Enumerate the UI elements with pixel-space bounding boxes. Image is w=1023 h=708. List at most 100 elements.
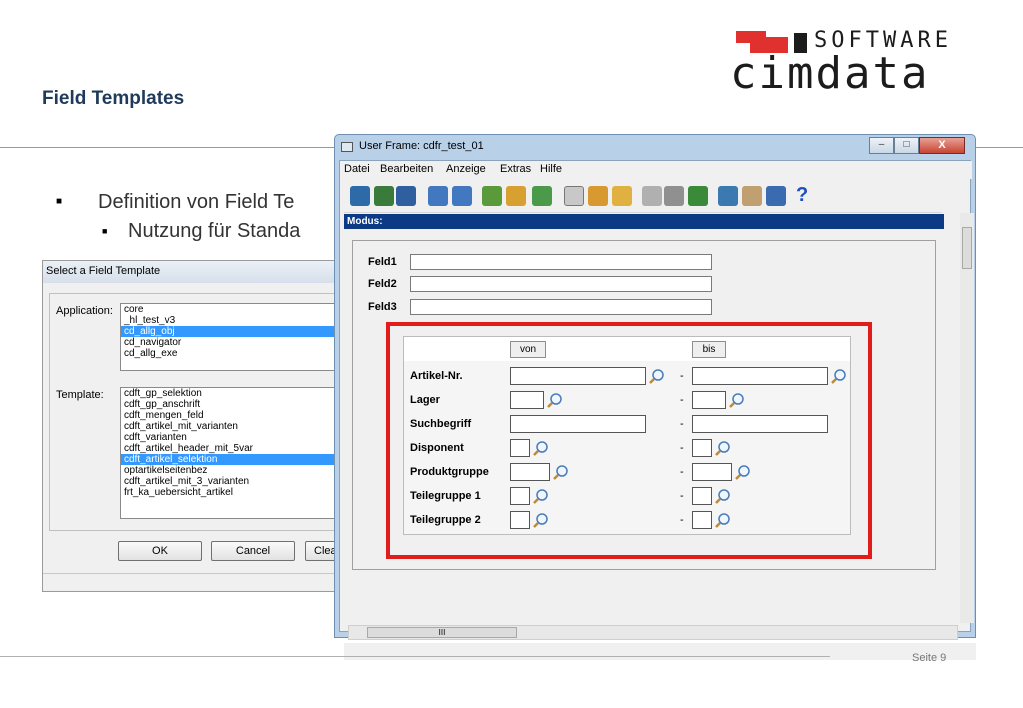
print-icon[interactable] (664, 186, 684, 206)
window-icon (341, 142, 353, 152)
search-icon[interactable] (830, 368, 847, 385)
table-icon[interactable] (766, 186, 786, 206)
feld1-input[interactable] (410, 254, 712, 270)
vertical-scroll-thumb[interactable] (962, 227, 972, 269)
list-item-selected[interactable]: cdft_artikel_selektion (121, 454, 349, 465)
mail-icon[interactable] (564, 186, 584, 206)
teilegruppe-1-bis-input[interactable] (692, 487, 712, 505)
teilegruppe-1-von-input[interactable] (510, 487, 530, 505)
produktgruppe-bis-input[interactable] (692, 463, 732, 481)
template-list[interactable]: cdft_gp_selektion cdft_gp_anschrift cdft… (120, 387, 350, 519)
search-icon[interactable] (728, 392, 745, 409)
search-icon[interactable] (532, 488, 549, 505)
application-list[interactable]: core _hl_test_v3 cd_allg_obj cd_navigato… (120, 303, 350, 371)
window-controls: – □ X (869, 137, 969, 154)
menu-extras[interactable]: Extras (500, 163, 531, 175)
edit-icon[interactable] (506, 186, 526, 206)
dialog-status-divider (43, 573, 343, 574)
search-icon[interactable] (714, 488, 731, 505)
copy-icon[interactable] (718, 186, 738, 206)
menu-datei[interactable]: Datei (344, 163, 370, 175)
feld2-input[interactable] (410, 276, 712, 292)
search-icon[interactable] (648, 368, 665, 385)
search-icon[interactable] (714, 440, 731, 457)
download-icon[interactable] (428, 186, 448, 206)
slide: SOFTWARE cimdata Field Templates ■ Defin… (0, 0, 1023, 708)
list-item[interactable]: cd_allg_exe (121, 348, 349, 359)
tag-icon[interactable] (742, 186, 762, 206)
menu-hilfe[interactable]: Hilfe (540, 163, 562, 175)
search-icon[interactable] (734, 464, 751, 481)
folder-icon[interactable] (612, 186, 632, 206)
suchbegriff-von-input[interactable] (510, 415, 646, 433)
suchbegriff-bis-input[interactable] (692, 415, 828, 433)
list-icon[interactable] (688, 186, 708, 206)
feld3-input[interactable] (410, 299, 712, 315)
search-icon[interactable] (552, 464, 569, 481)
logo-wordmark: cimdata (730, 54, 927, 94)
cancel-button[interactable]: Cancel (211, 541, 295, 561)
lager-bis-input[interactable] (692, 391, 726, 409)
upload-icon[interactable] (452, 186, 472, 206)
vertical-scrollbar[interactable] (960, 213, 974, 623)
search-icon[interactable] (546, 392, 563, 409)
list-item[interactable]: frt_ka_uebersicht_artikel (121, 487, 349, 498)
suchbegriff-label: Suchbegriff (410, 418, 472, 430)
logo-red-bar-2 (750, 37, 788, 53)
folder-edit-icon[interactable] (588, 186, 608, 206)
menu-anzeige[interactable]: Anzeige (446, 163, 486, 175)
note-icon[interactable] (642, 186, 662, 206)
close-button[interactable]: X (919, 137, 965, 154)
horizontal-scrollbar[interactable]: III (348, 625, 958, 640)
ok-button[interactable]: OK (118, 541, 202, 561)
search-icon[interactable] (714, 512, 731, 529)
lager-label: Lager (410, 394, 440, 406)
maximize-button[interactable]: □ (894, 137, 919, 154)
produktgruppe-von-input[interactable] (510, 463, 550, 481)
help-icon[interactable]: ? (796, 184, 816, 206)
range-dash: - (680, 442, 684, 454)
toolbar: ? (344, 181, 942, 213)
save-check-icon[interactable] (374, 186, 394, 206)
disponent-von-input[interactable] (510, 439, 530, 457)
menu-bearbeiten[interactable]: Bearbeiten (380, 163, 433, 175)
save-icon[interactable] (396, 186, 416, 206)
list-item[interactable]: cdft_mengen_feld (121, 410, 349, 421)
logo-software-text: SOFTWARE (814, 28, 952, 53)
application-label: Application: (56, 305, 113, 317)
range-dash: - (680, 394, 684, 406)
list-item[interactable]: optartikelseitenbez (121, 465, 349, 476)
list-item[interactable]: cd_navigator (121, 337, 349, 348)
list-item[interactable]: cdft_gp_selektion (121, 388, 349, 399)
select-field-template-dialog: Select a Field Template Application: cor… (42, 260, 351, 592)
artikel-nr-von-input[interactable] (510, 367, 646, 385)
list-item[interactable]: cdft_artikel_mit_3_varianten (121, 476, 349, 487)
list-item[interactable]: cdft_artikel_header_mit_5var (121, 443, 349, 454)
search-icon[interactable] (532, 440, 549, 457)
list-item-selected[interactable]: cd_allg_obj (121, 326, 349, 337)
artikel-nr-bis-input[interactable] (692, 367, 828, 385)
menu-bar: Datei Bearbeiten Anzeige Extras Hilfe (340, 161, 972, 179)
refresh-icon[interactable] (482, 186, 502, 206)
lager-von-input[interactable] (510, 391, 544, 409)
template-header (404, 337, 850, 361)
list-item[interactable]: _hl_test_v3 (121, 315, 349, 326)
logo-dark-block (794, 33, 807, 53)
bullet-marker: ■ (56, 196, 63, 207)
footer-divider (0, 656, 830, 657)
feld3-label: Feld3 (368, 301, 397, 313)
field-template-panel: von bis Artikel-Nr. - Lager - Suchbegrif… (403, 336, 851, 535)
list-item[interactable]: cdft_gp_anschrift (121, 399, 349, 410)
teilegruppe-2-label: Teilegruppe 2 (410, 514, 481, 526)
list-item[interactable]: cdft_varianten (121, 432, 349, 443)
teilegruppe-2-bis-input[interactable] (692, 511, 712, 529)
reload-icon[interactable] (532, 186, 552, 206)
search-icon[interactable] (532, 512, 549, 529)
teilegruppe-2-von-input[interactable] (510, 511, 530, 529)
horizontal-scroll-thumb[interactable]: III (367, 627, 517, 638)
list-item[interactable]: core (121, 304, 349, 315)
disponent-bis-input[interactable] (692, 439, 712, 457)
list-item[interactable]: cdft_artikel_mit_varianten (121, 421, 349, 432)
minimize-button[interactable]: – (869, 137, 894, 154)
exit-icon[interactable] (350, 186, 370, 206)
